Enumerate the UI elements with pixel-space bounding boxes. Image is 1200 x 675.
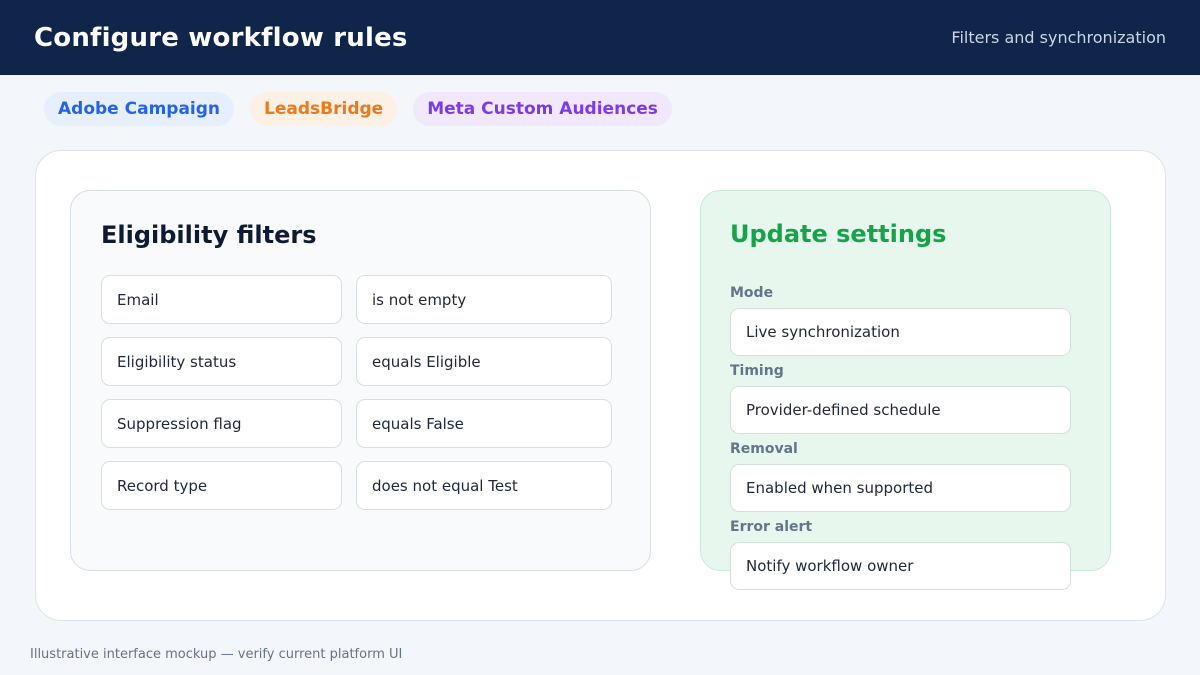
page-subtitle: Filters and synchronization <box>951 28 1166 47</box>
footnote: Illustrative interface mockup — verify c… <box>30 647 403 662</box>
error-alert-field[interactable]: Notify workflow owner <box>730 542 1071 590</box>
page-header: Configure workflow rules Filters and syn… <box>0 0 1200 75</box>
filter-field-email[interactable]: Email <box>101 275 342 324</box>
removal-label: Removal <box>730 441 798 457</box>
filter-field-record-type[interactable]: Record type <box>101 461 342 510</box>
filter-condition-email[interactable]: is not empty <box>356 275 612 324</box>
filter-condition-record-type[interactable]: does not equal Test <box>356 461 612 510</box>
mode-label: Mode <box>730 285 774 301</box>
tag-adobe-campaign[interactable]: Adobe Campaign <box>44 92 235 126</box>
page-title: Configure workflow rules <box>34 22 408 53</box>
update-settings-title: Update settings <box>730 220 947 248</box>
filter-field-eligibility-status[interactable]: Eligibility status <box>101 337 342 386</box>
timing-label: Timing <box>730 363 784 379</box>
filter-condition-suppression-flag[interactable]: equals False <box>356 399 612 448</box>
timing-field[interactable]: Provider-defined schedule <box>730 386 1071 434</box>
eligibility-filters-title: Eligibility filters <box>101 221 317 249</box>
tag-leadsbridge[interactable]: LeadsBridge <box>250 92 398 126</box>
platform-tags: Adobe Campaign LeadsBridge Meta Custom A… <box>44 92 672 126</box>
error-alert-label: Error alert <box>730 519 813 535</box>
eligibility-filters-panel: Eligibility filters Email is not empty E… <box>70 190 651 571</box>
removal-field[interactable]: Enabled when supported <box>730 464 1071 512</box>
tag-meta-custom-audiences[interactable]: Meta Custom Audiences <box>413 92 672 126</box>
mode-field[interactable]: Live synchronization <box>730 308 1071 356</box>
filter-condition-eligibility-status[interactable]: equals Eligible <box>356 337 612 386</box>
filter-field-suppression-flag[interactable]: Suppression flag <box>101 399 342 448</box>
